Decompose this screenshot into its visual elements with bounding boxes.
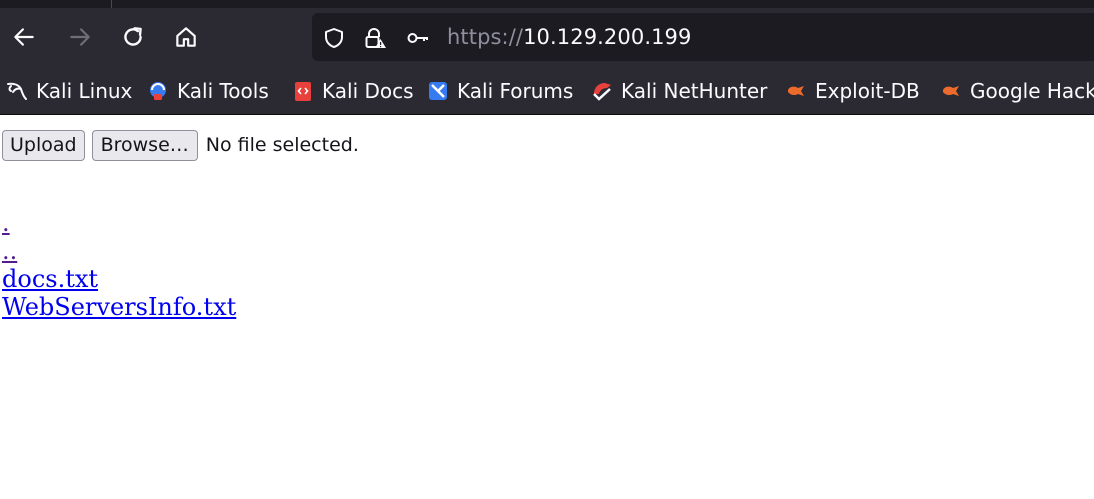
bookmark-label: Kali Linux bbox=[36, 79, 133, 103]
file-link-docs[interactable]: docs.txt bbox=[2, 265, 236, 293]
url-host: 10.129.200.199 bbox=[523, 25, 692, 49]
current-directory-link[interactable]: . bbox=[2, 209, 236, 237]
bookmark-kali-docs[interactable]: Kali Docs bbox=[292, 78, 414, 104]
upload-button[interactable]: Upload bbox=[2, 129, 85, 161]
bookmark-label: Kali Docs bbox=[322, 79, 414, 103]
navigation-toolbar: https://10.129.200.199 bbox=[0, 8, 1094, 68]
bookmark-label: Google Hack bbox=[970, 79, 1094, 103]
upload-form: Upload Browse… No file selected. bbox=[2, 129, 359, 161]
forward-icon[interactable] bbox=[65, 22, 95, 52]
url-bar[interactable]: https://10.129.200.199 bbox=[312, 13, 1094, 61]
tab-separator bbox=[111, 0, 112, 8]
file-link-webserversinfo[interactable]: WebServersInfo.txt bbox=[2, 293, 236, 321]
bookmark-label: Kali Tools bbox=[177, 79, 269, 103]
shield-icon[interactable] bbox=[322, 26, 346, 50]
parent-directory-link[interactable]: .. bbox=[2, 237, 236, 265]
kali-nethunter-icon bbox=[591, 80, 613, 102]
bookmarks-toolbar: Kali Linux Kali Tools Kali Docs Kali For… bbox=[0, 68, 1094, 115]
file-listing: . .. docs.txt WebServersInfo.txt bbox=[2, 209, 236, 321]
url-scheme: https:// bbox=[447, 25, 524, 49]
bookmark-exploit-db[interactable]: Exploit-DB bbox=[785, 78, 920, 104]
bookmark-label: Kali Forums bbox=[457, 79, 574, 103]
kali-docs-icon bbox=[292, 80, 314, 102]
key-icon[interactable] bbox=[406, 26, 430, 50]
bookmark-kali-tools[interactable]: Kali Tools bbox=[147, 78, 269, 104]
bookmark-google-hacking[interactable]: Google Hack bbox=[940, 78, 1094, 104]
bookmark-label: Exploit-DB bbox=[815, 79, 920, 103]
back-icon[interactable] bbox=[9, 22, 39, 52]
bookmark-kali-linux[interactable]: Kali Linux bbox=[6, 78, 132, 104]
bookmark-kali-forums[interactable]: Kali Forums bbox=[427, 78, 573, 104]
tab-strip bbox=[0, 0, 1094, 8]
browse-button[interactable]: Browse… bbox=[91, 129, 198, 161]
kali-forums-icon bbox=[427, 80, 449, 102]
page-content: Upload Browse… No file selected. . .. do… bbox=[0, 115, 1094, 499]
bookmark-kali-nethunter[interactable]: Kali NetHunter bbox=[591, 78, 767, 104]
kali-tools-icon bbox=[147, 80, 169, 102]
google-hacking-icon bbox=[940, 80, 962, 102]
bookmark-label: Kali NetHunter bbox=[621, 79, 768, 103]
kali-dragon-icon bbox=[6, 80, 28, 102]
reload-icon[interactable] bbox=[118, 22, 148, 52]
url-text[interactable]: https://10.129.200.199 bbox=[447, 24, 691, 50]
file-status-text: No file selected. bbox=[205, 133, 359, 156]
home-icon[interactable] bbox=[171, 22, 201, 52]
exploit-db-icon bbox=[785, 80, 807, 102]
lock-warning-icon[interactable] bbox=[363, 26, 387, 50]
